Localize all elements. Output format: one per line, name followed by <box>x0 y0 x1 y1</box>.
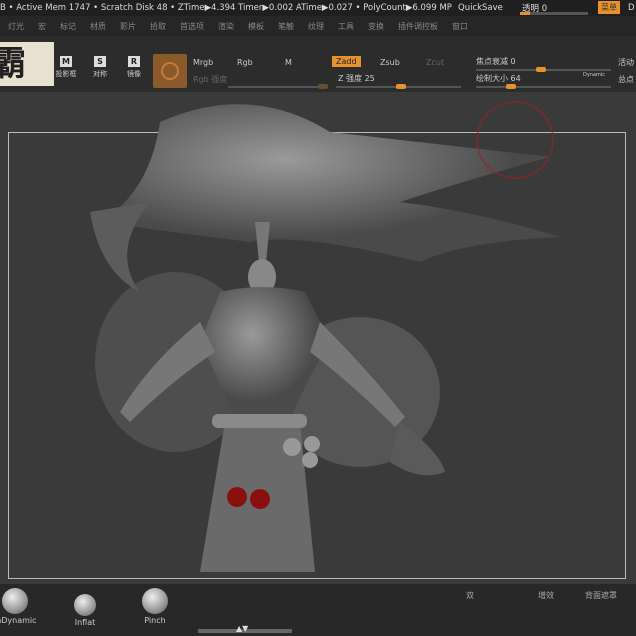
menu-item[interactable]: 窗口 <box>452 21 468 32</box>
menu-item[interactable]: 宏 <box>38 21 46 32</box>
backface-mask-button[interactable]: 背面遮罩 <box>585 590 617 601</box>
menu-item[interactable]: 工具 <box>338 21 354 32</box>
menu-item[interactable]: 影片 <box>120 21 136 32</box>
rgb-intensity-label: Rgb 强度 <box>193 75 228 84</box>
quicksave-button[interactable]: QuickSave <box>458 3 503 13</box>
menu-item[interactable]: 渲染 <box>218 21 234 32</box>
status-bar: B • Active Mem 1747 • Scratch Disk 48 • … <box>0 0 636 16</box>
brush-pinch[interactable]: Pinch <box>120 588 190 625</box>
expand-arrows-icon[interactable]: ▲▼ <box>236 624 248 633</box>
brush-inflat[interactable]: Inflat <box>50 588 120 627</box>
cut-label: D <box>628 3 635 13</box>
z-intensity-slider[interactable] <box>336 84 461 89</box>
rgb-intensity-slider[interactable] <box>228 84 328 89</box>
zadd-button[interactable]: Zadd <box>332 56 361 67</box>
sculpt-model <box>90 101 560 572</box>
enhance-button[interactable]: 增效 <box>538 590 554 601</box>
toolbar: 霸 M 投影框 S 对称 R 镜像 Mrgb Rgb M Rgb 强度 Zadd Zs… <box>0 36 636 92</box>
status-text: B • Active Mem 1747 • Scratch Disk 48 • … <box>0 3 452 13</box>
menu-item[interactable]: 插件调控板 <box>398 21 438 32</box>
focal-shift-label: 焦点衰减 0 <box>476 57 516 66</box>
material-button[interactable] <box>153 54 187 88</box>
transparency-slider[interactable] <box>520 12 588 15</box>
zcut-button[interactable]: Zcut <box>426 58 444 67</box>
projection-button[interactable]: M 投影框 <box>52 56 80 79</box>
mrgb-button[interactable]: Mrgb <box>193 58 213 67</box>
material-icon <box>161 62 179 80</box>
menu-button[interactable]: 菜单 <box>598 1 620 14</box>
menu-item[interactable]: 灯光 <box>8 21 24 32</box>
brush-dynamic-icon <box>2 588 28 614</box>
menu-item[interactable]: 材质 <box>90 21 106 32</box>
draw-size-label: 绘制大小 64 <box>476 74 521 83</box>
z-intensity-label: Z 强度 25 <box>338 74 375 83</box>
rgb-button[interactable]: Rgb <box>237 58 253 67</box>
focal-shift-slider[interactable] <box>476 67 611 72</box>
brush-inflat-icon <box>74 594 96 616</box>
double-button[interactable]: 双 <box>466 590 474 601</box>
menu-item[interactable]: 首选项 <box>180 21 204 32</box>
menu-item[interactable]: 笔触 <box>278 21 294 32</box>
brush-pinch-icon <box>142 588 168 614</box>
menu-item[interactable]: 变换 <box>368 21 384 32</box>
menu-item[interactable]: 拾取 <box>150 21 166 32</box>
brush-dynamic[interactable]: mDynamic <box>0 588 50 625</box>
menu-bar: 灯光 宏 标记 材质 影片 拾取 首选项 渲染 模板 笔触 纹理 工具 变换 插件调控板 窗口 <box>0 16 636 36</box>
menu-item[interactable]: 纹理 <box>308 21 324 32</box>
viewport-canvas[interactable] <box>0 92 636 584</box>
menu-item[interactable]: 标记 <box>60 21 76 32</box>
mirror-button[interactable]: R 镜像 <box>120 56 148 79</box>
brush-shelf: mDynamic Inflat Pinch 双 增效 背面遮罩 ▲▼ <box>0 584 636 636</box>
m-button[interactable]: M <box>285 58 292 67</box>
draw-size-slider[interactable] <box>476 84 611 89</box>
menu-item[interactable]: 模板 <box>248 21 264 32</box>
active-points-label: 活动 <box>618 58 634 67</box>
logo-watermark: 霸 <box>0 42 54 86</box>
zsub-button[interactable]: Zsub <box>380 58 400 67</box>
symmetry-button[interactable]: S 对称 <box>86 56 114 79</box>
dynamic-button[interactable]: Dynamic <box>583 72 605 78</box>
total-points-label: 总点 <box>618 75 634 84</box>
